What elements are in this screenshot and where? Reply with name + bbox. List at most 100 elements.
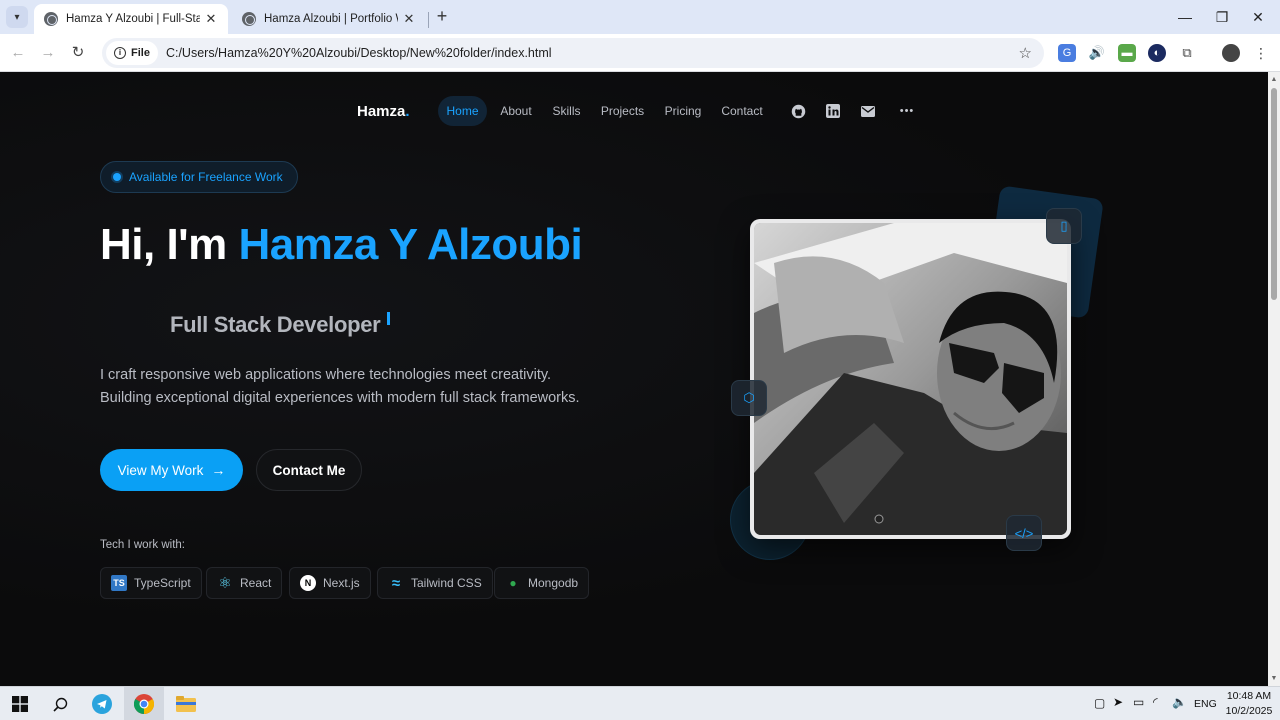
description-line-2: Building exceptional digital experiences… <box>100 390 580 406</box>
tech-chip-typescript: TS TypeScript <box>100 567 202 599</box>
windows-taskbar: ▢ ➤ ▭ ◜ 🔈 ENG 10:48 AM 10/2/2025 <box>0 686 1280 720</box>
telegram-tray-icon[interactable]: ➤ <box>1113 695 1123 709</box>
site-chip-label: File <box>131 47 150 59</box>
clock-date[interactable]: 10/2/2025 <box>1224 705 1274 717</box>
site-info-chip[interactable]: i File <box>106 41 158 65</box>
hexagon-icon: ⬡ <box>731 380 767 416</box>
arrow-right-icon: → <box>211 462 226 478</box>
address-bar[interactable]: i File C:/Users/Hamza%20Y%20Alzoubi/Desk… <box>102 38 1044 68</box>
file-explorer-taskbar-icon[interactable] <box>166 687 206 720</box>
hero-name: Hamza Y Alzoubi <box>238 220 583 269</box>
nav-pricing[interactable]: Pricing <box>662 96 704 126</box>
mobile-icon: ▯ <box>1046 208 1082 244</box>
extension-circle-icon[interactable]: ◐ <box>1148 44 1166 62</box>
extension-glasses-icon[interactable]: ▬ <box>1118 44 1136 62</box>
site-navbar: Hamza. Home About Skills Projects Pricin… <box>0 96 1268 128</box>
scrollbar-thumb[interactable] <box>1271 88 1277 300</box>
more-menu-icon[interactable]: ••• <box>896 103 918 119</box>
tray-overflow-icon[interactable]: ▢ <box>1094 696 1105 710</box>
browser-toolbar: ← → ↻ i File C:/Users/Hamza%20Y%20Alzoub… <box>0 34 1280 72</box>
hero-heading: Hi, I'm Hamza Y Alzoubi <box>100 220 583 270</box>
tech-chip-label: Tailwind CSS <box>411 576 482 590</box>
language-indicator[interactable]: ENG <box>1194 698 1217 710</box>
tech-chip-nextjs: N Next.js <box>289 567 371 599</box>
mail-icon[interactable] <box>860 103 876 119</box>
maximize-button[interactable]: ❐ <box>1204 6 1240 28</box>
freelance-status-badge: Available for Freelance Work <box>100 161 298 193</box>
nav-home[interactable]: Home <box>438 96 487 126</box>
contact-me-button[interactable]: Contact Me <box>256 449 362 491</box>
forward-button[interactable]: → <box>38 43 58 63</box>
typing-cursor <box>387 312 390 325</box>
minimize-button[interactable]: — <box>1167 6 1203 28</box>
back-button[interactable]: ← <box>8 43 28 63</box>
nav-contact[interactable]: Contact <box>718 96 766 126</box>
view-my-work-button[interactable]: View My Work → <box>100 449 243 491</box>
tab-title: Hamza Y Alzoubi | Full-Stack We <box>66 13 200 25</box>
tech-chip-label: TypeScript <box>134 576 191 590</box>
hero-greeting: Hi, I'm <box>100 220 239 269</box>
reload-button[interactable]: ↻ <box>68 43 88 63</box>
search-icon[interactable] <box>40 687 80 720</box>
nextjs-icon: N <box>300 575 316 591</box>
speaker-icon[interactable]: 🔊 <box>1088 44 1106 62</box>
typescript-icon: TS <box>111 575 127 591</box>
telegram-taskbar-icon[interactable] <box>82 687 122 720</box>
tab-close-button[interactable]: ✕ <box>204 11 218 27</box>
tab-portfolio-inactive[interactable]: Hamza Alzoubi | Portfolio Webs ✕ <box>232 4 426 34</box>
nav-projects[interactable]: Projects <box>598 96 647 126</box>
wifi-icon[interactable]: ◜ <box>1153 695 1158 709</box>
clock-time[interactable]: 10:48 AM <box>1224 690 1274 702</box>
info-icon: i <box>114 47 126 59</box>
battery-icon[interactable]: ▭ <box>1133 695 1144 709</box>
globe-icon <box>44 12 58 26</box>
tab-divider <box>428 12 429 28</box>
mongodb-icon: ● <box>509 576 517 590</box>
hero-description: I craft responsive web applications wher… <box>100 364 620 410</box>
view-my-work-label: View My Work <box>117 462 204 478</box>
tech-chip-label: Next.js <box>323 576 360 590</box>
tab-portfolio-active[interactable]: Hamza Y Alzoubi | Full-Stack We ✕ <box>34 4 228 34</box>
logo-dot: . <box>405 103 410 120</box>
code-icon: </> <box>1006 515 1042 551</box>
translate-extension-icon[interactable]: G <box>1058 44 1076 62</box>
volume-icon[interactable]: 🔈 <box>1172 695 1187 709</box>
new-tab-button[interactable]: + <box>432 7 452 27</box>
profile-avatar[interactable] <box>1222 44 1240 62</box>
tech-chip-label: React <box>240 576 272 590</box>
scroll-down-arrow[interactable]: ▼ <box>1270 675 1278 682</box>
extensions-puzzle-icon[interactable]: ⧉ <box>1178 44 1196 62</box>
tech-chip-label: Mongodb <box>528 576 579 590</box>
windows-start-button[interactable] <box>0 687 40 720</box>
linkedin-icon[interactable] <box>825 103 841 119</box>
chrome-taskbar-icon[interactable] <box>124 687 164 720</box>
tab-title: Hamza Alzoubi | Portfolio Webs <box>264 13 398 25</box>
description-line-1: I craft responsive web applications wher… <box>100 367 552 383</box>
scroll-up-arrow[interactable]: ▲ <box>1270 76 1278 83</box>
url-text[interactable]: C:/Users/Hamza%20Y%20Alzoubi/Desktop/New… <box>166 46 552 60</box>
globe-icon <box>242 12 256 26</box>
tech-chip-tailwind: ≈ Tailwind CSS <box>377 567 493 599</box>
browser-tab-bar: ▾ Hamza Y Alzoubi | Full-Stack We ✕ Hamz… <box>0 0 1280 34</box>
badge-label: Available for Freelance Work <box>129 170 283 184</box>
tailwind-icon: ≈ <box>391 574 401 592</box>
status-dot-icon <box>113 173 121 181</box>
tech-chip-react: ⚛ React <box>206 567 283 599</box>
tech-label: Tech I work with: <box>100 539 185 551</box>
tech-chip-mongodb: ● Mongodb <box>494 567 590 599</box>
browser-menu-icon[interactable]: ⋮ <box>1252 44 1270 62</box>
profile-photo <box>754 223 1067 535</box>
close-window-button[interactable]: ✕ <box>1240 6 1276 28</box>
profile-photo-frame <box>750 219 1071 539</box>
hero-role: Full Stack Developer <box>170 312 381 337</box>
bookmark-star-icon[interactable]: ☆ <box>1019 44 1032 62</box>
nav-skills[interactable]: Skills <box>549 96 584 126</box>
github-icon[interactable] <box>790 103 806 119</box>
tab-close-button[interactable]: ✕ <box>402 11 416 27</box>
nav-about[interactable]: About <box>495 96 537 126</box>
tab-search-button[interactable]: ▾ <box>6 6 28 28</box>
portfolio-page: Hamza. Home About Skills Projects Pricin… <box>0 72 1268 686</box>
logo-text: Hamza <box>357 103 406 120</box>
react-icon: ⚛ <box>218 575 232 592</box>
site-logo[interactable]: Hamza. <box>357 103 410 120</box>
